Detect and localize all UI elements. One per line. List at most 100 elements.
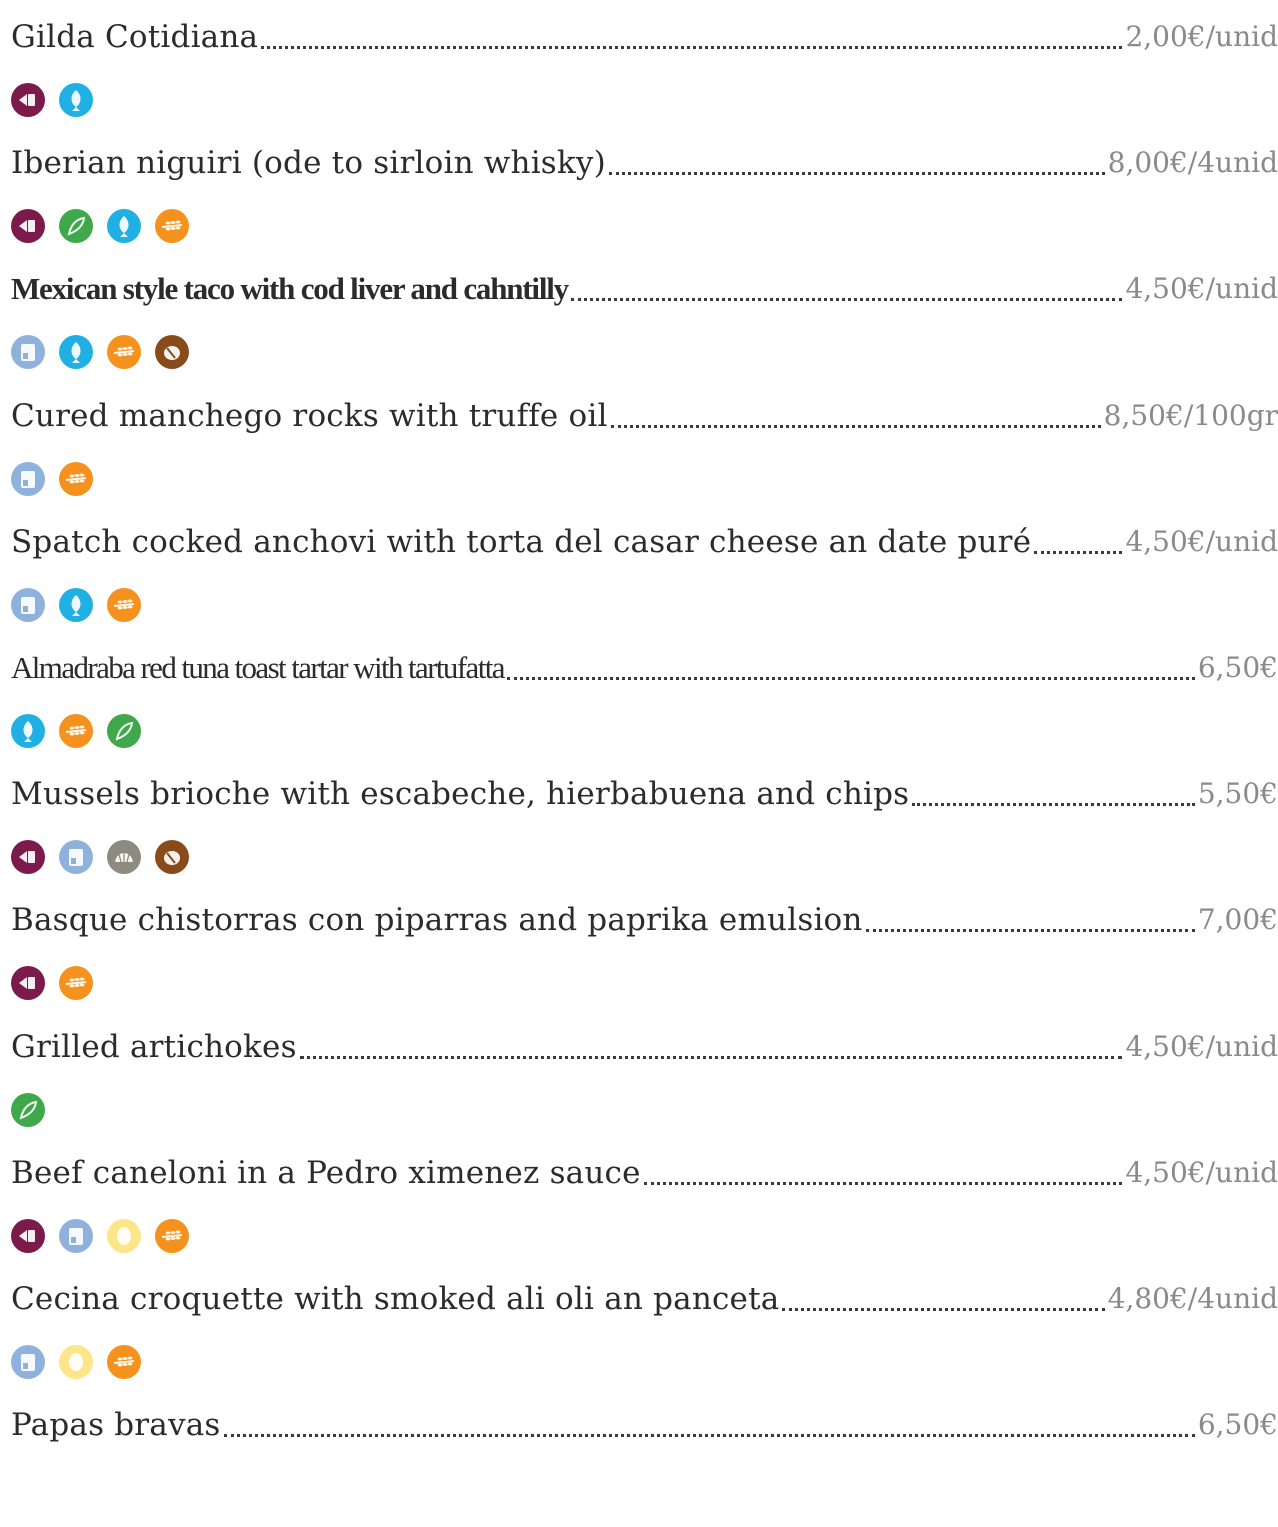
- menu-item: Papas bravas 6,50€: [0, 1401, 1278, 1527]
- menu-item: Spatch cocked anchovi with torta del cas…: [0, 518, 1278, 644]
- dish-price: 6,50€: [1197, 651, 1278, 684]
- gluten-allergen-icon: [107, 1345, 141, 1379]
- gluten-allergen-icon: [107, 587, 141, 622]
- menu-item-line: Beef caneloni in a Pedro ximenez sauce 4,…: [11, 1149, 1278, 1197]
- allergen-icons: [11, 1092, 45, 1127]
- allergen-icons: [11, 1218, 189, 1253]
- celery-allergen-icon: [11, 1092, 45, 1127]
- nuts-allergen-icon: [155, 335, 189, 370]
- dish-name: Cecina croquette with smoked ali oli an …: [11, 1281, 780, 1317]
- gluten-allergen-icon: [59, 714, 93, 748]
- dot-leader: [299, 1055, 1123, 1059]
- sulphites-allergen-icon: [11, 83, 45, 117]
- allergen-icons: [11, 83, 93, 117]
- sulphites-allergen-icon: [11, 966, 45, 1001]
- dish-price: 8,00€/4unid: [1107, 146, 1278, 180]
- dish-price: 4,50€/unid: [1125, 1029, 1278, 1063]
- milk-allergen-icon: [59, 1218, 93, 1253]
- dish-name: Basque chistorras con piparras and papri…: [11, 902, 863, 939]
- menu-item: Mexican style taco with cod liver and ca…: [0, 265, 1278, 391]
- celery-allergen-icon: [59, 209, 93, 244]
- fish-allergen-icon: [59, 587, 93, 622]
- milk-allergen-icon: [11, 335, 45, 370]
- gluten-allergen-icon: [155, 209, 189, 244]
- menu-item-line: Almadraba red tuna toast tartar with tar…: [11, 644, 1278, 692]
- dish-name: Papas bravas: [11, 1407, 221, 1444]
- dish-name: Mexican style taco with cod liver and ca…: [11, 271, 569, 307]
- dot-leader: [1034, 550, 1123, 554]
- allergen-icons: [11, 209, 189, 244]
- dish-price: 4,50€/unid: [1125, 524, 1278, 558]
- gluten-allergen-icon: [59, 966, 93, 1001]
- dish-name: Gilda Cotidiana: [11, 19, 259, 55]
- dish-price: 4,50€/unid: [1125, 272, 1278, 306]
- egg-allergen-icon: [59, 1345, 93, 1379]
- menu-item-line: Mexican style taco with cod liver and ca…: [11, 265, 1278, 313]
- menu-item-line: Cecina croquette with smoked ali oli an …: [11, 1275, 1278, 1323]
- menu-item: Gilda Cotidiana 2,00€/unid: [0, 13, 1278, 139]
- menu-item: Cured manchego rocks with truffe oil 8,50…: [0, 392, 1278, 518]
- dish-price: 8,50€/100gr: [1103, 398, 1278, 432]
- menu-item-line: Gilda Cotidiana 2,00€/unid: [11, 13, 1278, 61]
- menu-item-line: Papas bravas 6,50€: [11, 1401, 1278, 1449]
- dish-name: Cured manchego rocks with truffe oil: [11, 397, 608, 434]
- nuts-allergen-icon: [155, 840, 189, 875]
- allergen-icons: [11, 461, 93, 496]
- celery-allergen-icon: [107, 714, 141, 748]
- tapas-menu: Gilda Cotidiana 2,00€/unid Iberian niguiri…: [0, 0, 1278, 1443]
- allergen-icons: [11, 1345, 141, 1379]
- menu-item: Mussels brioche with escabeche, hierbabu…: [0, 770, 1278, 896]
- dish-price: 6,50€: [1197, 1408, 1278, 1442]
- dish-name: Mussels brioche with escabeche, hierbabu…: [11, 776, 910, 813]
- milk-allergen-icon: [59, 840, 93, 875]
- milk-allergen-icon: [11, 461, 45, 496]
- menu-item-line: Cured manchego rocks with truffe oil 8,50…: [11, 392, 1278, 440]
- dish-price: 5,50€: [1197, 777, 1278, 811]
- sulphites-allergen-icon: [11, 1218, 45, 1253]
- menu-item-line: Mussels brioche with escabeche, hierbabu…: [11, 770, 1278, 818]
- dot-leader: [865, 929, 1195, 933]
- milk-allergen-icon: [11, 587, 45, 622]
- menu-item: Iberian niguiri (ode to sirloin whisky) 8…: [0, 139, 1278, 265]
- menu-item-line: Basque chistorras con piparras and papri…: [11, 896, 1278, 944]
- dot-leader: [610, 424, 1101, 428]
- dot-leader: [782, 1308, 1105, 1311]
- gluten-allergen-icon: [107, 335, 141, 370]
- allergen-icons: [11, 714, 141, 748]
- dot-leader: [608, 172, 1105, 176]
- menu-item-line: Iberian niguiri (ode to sirloin whisky) 8…: [11, 139, 1278, 187]
- dot-leader: [570, 298, 1123, 302]
- gluten-allergen-icon: [155, 1218, 189, 1253]
- dish-price: 4,50€/unid: [1125, 1155, 1278, 1189]
- allergen-icons: [11, 840, 189, 875]
- dot-leader: [506, 677, 1195, 680]
- dot-leader: [912, 803, 1195, 807]
- dot-leader: [643, 1181, 1123, 1185]
- dish-name: Beef caneloni in a Pedro ximenez sauce: [11, 1154, 641, 1191]
- allergen-icons: [11, 966, 93, 1001]
- menu-item: Basque chistorras con piparras and papri…: [0, 896, 1278, 1022]
- menu-item: Grilled artichokes 4,50€/unid: [0, 1023, 1278, 1149]
- fish-allergen-icon: [59, 335, 93, 370]
- allergen-icons: [11, 335, 189, 370]
- dish-price: 4,80€/4unid: [1107, 1282, 1278, 1315]
- dish-price: 7,00€: [1197, 903, 1278, 937]
- dish-price: 2,00€/unid: [1125, 20, 1278, 53]
- fish-allergen-icon: [11, 714, 45, 748]
- sulphites-allergen-icon: [11, 209, 45, 244]
- molluscs-allergen-icon: [107, 840, 141, 875]
- fish-allergen-icon: [107, 209, 141, 244]
- menu-item-line: Grilled artichokes 4,50€/unid: [11, 1023, 1278, 1071]
- dish-name: Spatch cocked anchovi with torta del cas…: [11, 523, 1032, 560]
- dish-name: Iberian niguiri (ode to sirloin whisky): [11, 145, 606, 182]
- menu-item: Cecina croquette with smoked ali oli an …: [0, 1275, 1278, 1401]
- menu-item: Beef caneloni in a Pedro ximenez sauce 4,…: [0, 1149, 1278, 1275]
- gluten-allergen-icon: [59, 461, 93, 496]
- sulphites-allergen-icon: [11, 840, 45, 875]
- egg-allergen-icon: [107, 1218, 141, 1253]
- allergen-icons: [11, 587, 141, 622]
- milk-allergen-icon: [11, 1345, 45, 1379]
- menu-item-line: Spatch cocked anchovi with torta del cas…: [11, 518, 1278, 566]
- menu-item: Almadraba red tuna toast tartar with tar…: [0, 644, 1278, 770]
- fish-allergen-icon: [59, 83, 93, 117]
